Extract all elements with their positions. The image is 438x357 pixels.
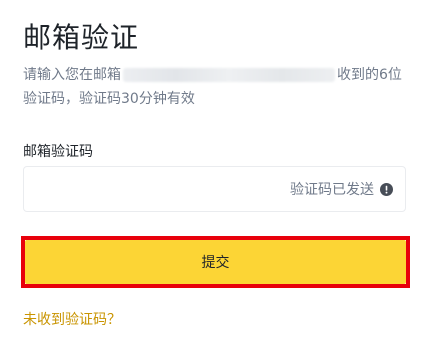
info-icon[interactable] [380,182,393,196]
email-verification-page: 邮箱验证 请输入您在邮箱 收到的6位验证码，验证码30分钟有效 邮箱验证码 验证码… [0,0,438,357]
verification-description: 请输入您在邮箱 收到的6位验证码，验证码30分钟有效 [23,63,415,111]
info-icon-glyph [385,185,388,194]
code-sent-status: 验证码已发送 [290,167,393,211]
description-prefix: 请输入您在邮箱 [23,67,121,83]
verification-code-input[interactable] [36,167,280,213]
submit-button[interactable]: 提交 [25,240,406,284]
masked-email-address [123,68,335,82]
verification-code-field[interactable]: 验证码已发送 [23,166,406,213]
code-field-label: 邮箱验证码 [23,144,93,160]
page-title: 邮箱验证 [23,21,140,54]
code-sent-text: 验证码已发送 [290,182,374,198]
code-not-received-link[interactable]: 未收到验证码？ [23,310,121,330]
